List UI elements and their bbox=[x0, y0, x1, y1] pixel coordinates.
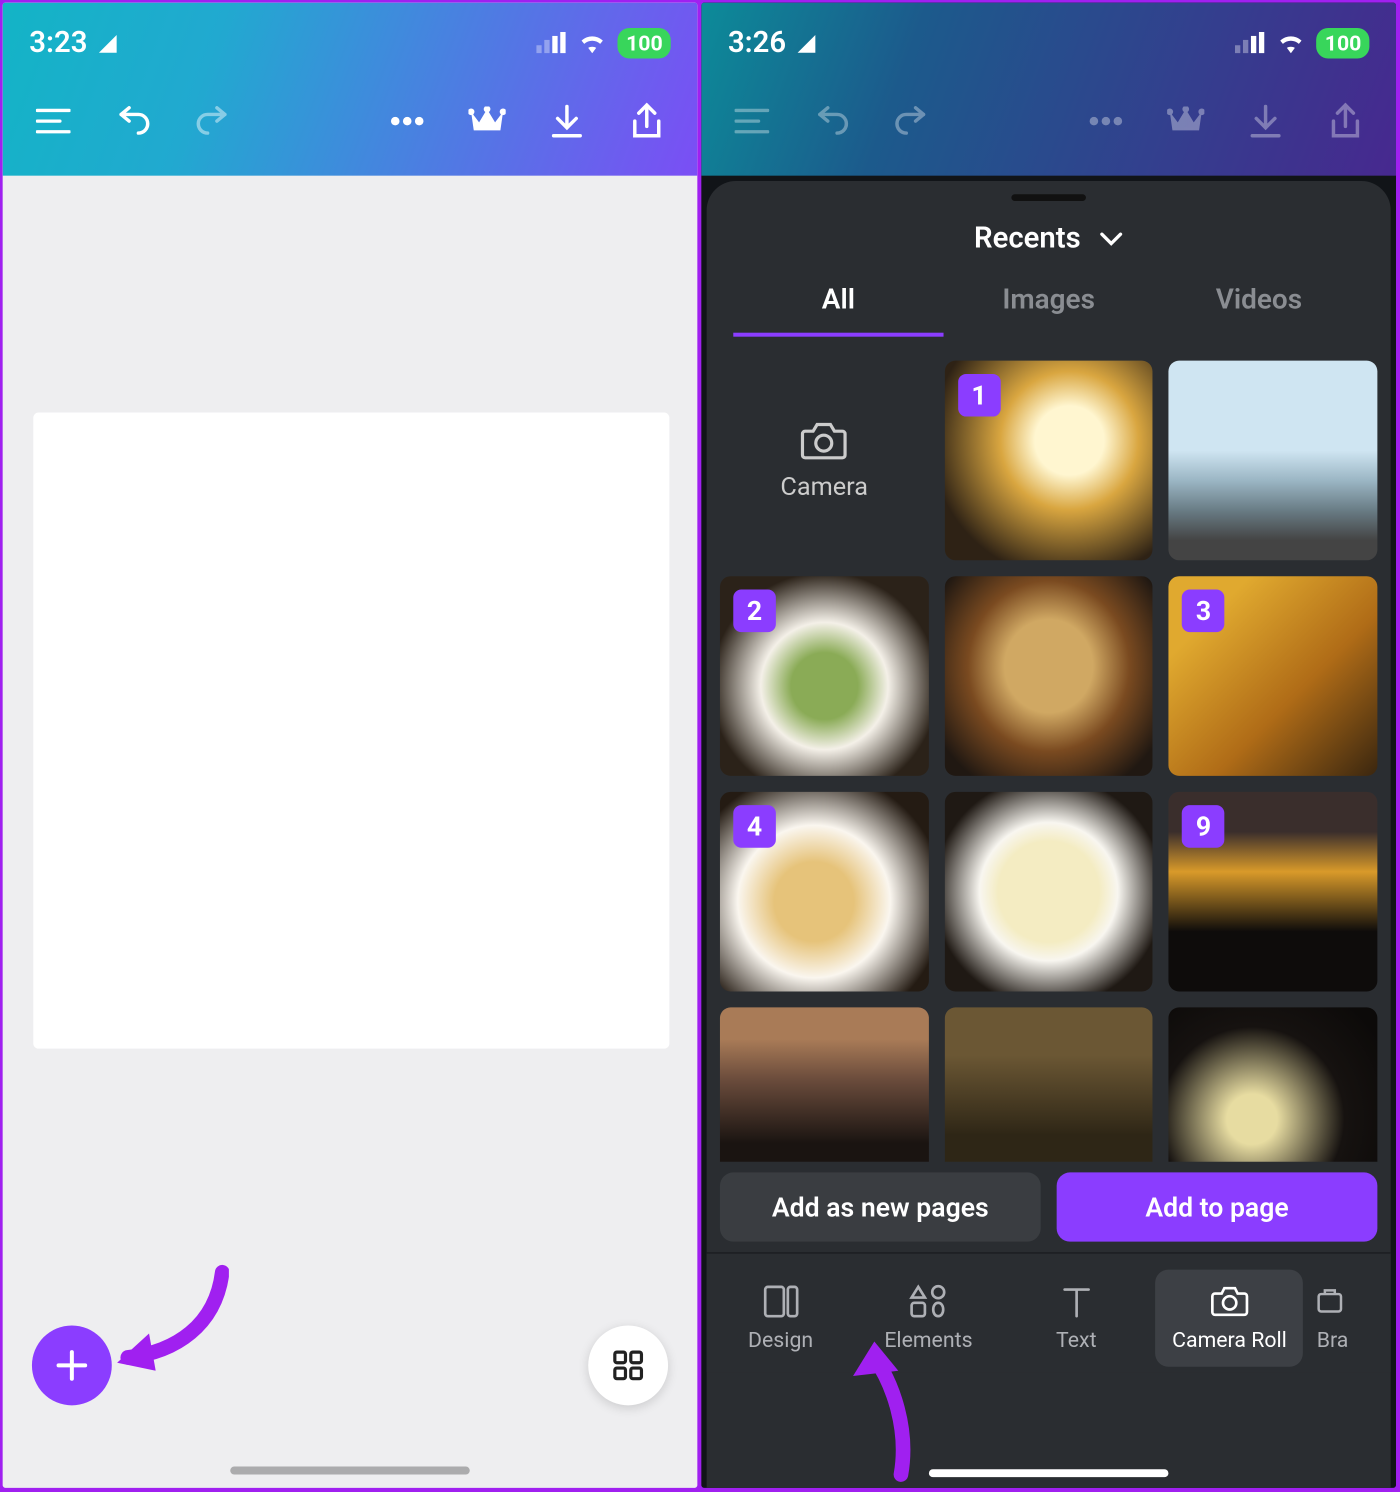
clock: 3:26 bbox=[728, 26, 817, 59]
phone-editor-blank: 3:23 100 bbox=[3, 3, 698, 1488]
action-row: Add as new pages Add to page bbox=[707, 1162, 1391, 1252]
tab-camera-roll[interactable]: Camera Roll bbox=[1156, 1270, 1304, 1367]
signal-icon bbox=[537, 32, 568, 53]
tab-design[interactable]: Design bbox=[707, 1264, 855, 1372]
menu-icon bbox=[720, 89, 784, 153]
selection-badge: 1 bbox=[958, 374, 1001, 417]
download-icon[interactable] bbox=[535, 89, 599, 153]
add-to-page-button[interactable]: Add to page bbox=[1057, 1172, 1378, 1241]
media-picker-panel: Recents All Images Videos Camera 1 2 3 4… bbox=[707, 181, 1391, 1488]
photo-thumb[interactable] bbox=[720, 1007, 928, 1161]
phone-media-picker: 3:26 100 Recents All bbox=[701, 3, 1396, 1488]
photo-thumb[interactable] bbox=[1169, 1007, 1377, 1161]
share-icon bbox=[1313, 89, 1377, 153]
editor-toolbar bbox=[3, 67, 698, 176]
home-indicator bbox=[929, 1469, 1169, 1477]
tab-all[interactable]: All bbox=[733, 285, 943, 337]
home-indicator bbox=[230, 1467, 470, 1475]
crown-icon bbox=[1154, 89, 1218, 153]
photo-thumb[interactable]: 9 bbox=[1169, 792, 1377, 992]
tab-text[interactable]: Text bbox=[1002, 1264, 1150, 1372]
album-picker[interactable]: Recents bbox=[707, 222, 1391, 255]
status-icons: 100 bbox=[537, 27, 671, 58]
status-bar: 3:26 100 bbox=[701, 3, 1396, 67]
chevron-down-icon bbox=[1099, 231, 1123, 247]
status-bar: 3:23 100 bbox=[3, 3, 698, 67]
photo-thumb[interactable] bbox=[944, 576, 1152, 776]
share-icon[interactable] bbox=[615, 89, 679, 153]
editor-topbar: 3:23 100 bbox=[3, 3, 698, 176]
selection-badge: 9 bbox=[1182, 805, 1225, 848]
bottom-toolbar: Design Elements Text Camera Roll Bra bbox=[707, 1252, 1391, 1372]
undo-button[interactable] bbox=[101, 89, 165, 153]
more-icon bbox=[1074, 89, 1138, 153]
undo-button bbox=[800, 89, 864, 153]
photo-thumb[interactable] bbox=[944, 792, 1152, 992]
selection-badge: 2 bbox=[733, 590, 776, 633]
menu-icon[interactable] bbox=[21, 89, 85, 153]
editor-topbar-dimmed: 3:26 100 bbox=[701, 3, 1396, 176]
tab-videos[interactable]: Videos bbox=[1154, 285, 1364, 337]
crown-icon[interactable] bbox=[455, 89, 519, 153]
photo-thumb[interactable] bbox=[944, 1007, 1152, 1161]
battery-badge: 100 bbox=[1317, 27, 1370, 58]
signal-icon bbox=[1236, 32, 1267, 53]
sheet-grabber[interactable] bbox=[1011, 194, 1086, 201]
wifi-icon bbox=[578, 32, 607, 53]
photo-thumb[interactable]: 4 bbox=[720, 792, 928, 992]
battery-badge: 100 bbox=[618, 27, 671, 58]
editor-toolbar-dimmed bbox=[701, 67, 1396, 176]
photo-thumb[interactable]: 1 bbox=[944, 361, 1152, 561]
redo-button[interactable] bbox=[181, 89, 245, 153]
annotation-arrow bbox=[109, 1264, 229, 1370]
tab-brand[interactable]: Bra bbox=[1309, 1264, 1391, 1372]
photo-thumb[interactable]: 3 bbox=[1169, 576, 1377, 776]
redo-button bbox=[880, 89, 944, 153]
wifi-icon bbox=[1277, 32, 1306, 53]
photo-thumb[interactable] bbox=[1169, 361, 1377, 561]
download-icon bbox=[1234, 89, 1298, 153]
clock: 3:23 bbox=[29, 26, 118, 59]
open-camera-button[interactable]: Camera bbox=[720, 361, 928, 561]
photo-thumb[interactable]: 2 bbox=[720, 576, 928, 776]
add-as-new-pages-button[interactable]: Add as new pages bbox=[720, 1172, 1041, 1241]
add-page-fab[interactable] bbox=[32, 1325, 112, 1405]
media-grid: Camera 1 2 3 4 9 bbox=[707, 350, 1391, 1162]
more-icon[interactable] bbox=[375, 89, 439, 153]
tab-images[interactable]: Images bbox=[944, 285, 1154, 337]
selection-badge: 3 bbox=[1182, 590, 1225, 633]
canvas-area[interactable] bbox=[3, 176, 698, 1488]
selection-badge: 4 bbox=[733, 805, 776, 848]
filter-tabs: All Images Videos bbox=[707, 285, 1391, 337]
status-icons: 100 bbox=[1236, 27, 1370, 58]
tab-elements[interactable]: Elements bbox=[855, 1264, 1003, 1372]
blank-canvas[interactable] bbox=[33, 413, 669, 1049]
pages-grid-fab[interactable] bbox=[588, 1325, 668, 1405]
